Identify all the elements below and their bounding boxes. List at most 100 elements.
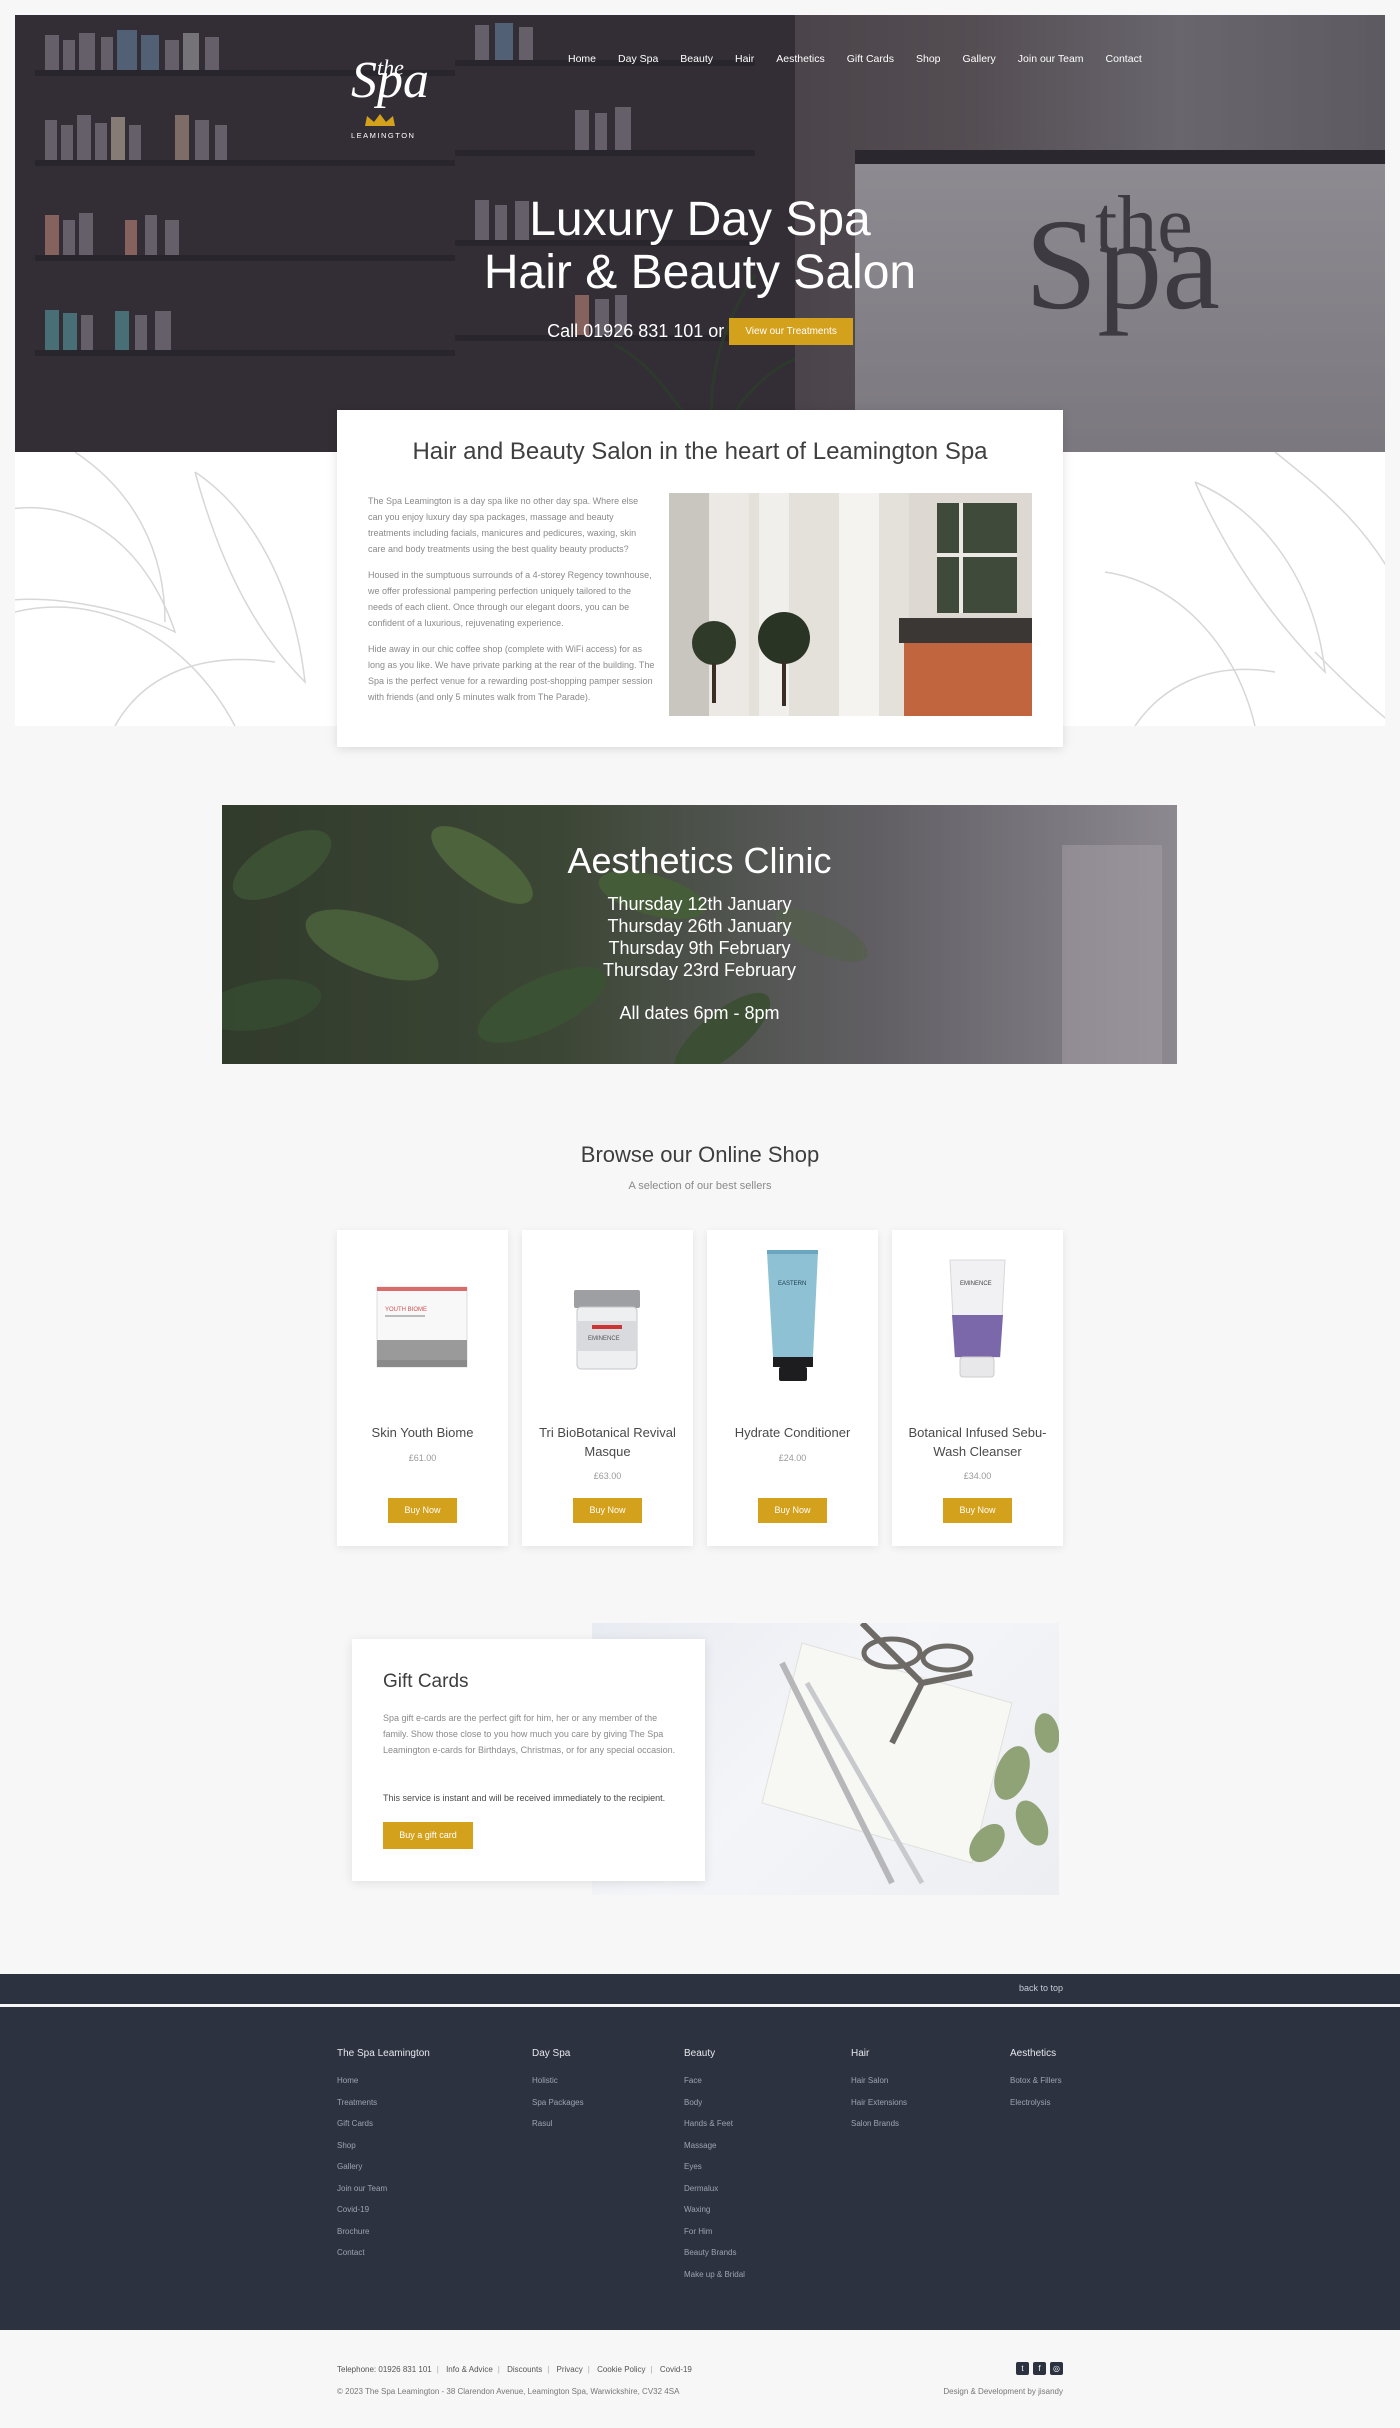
design-credit[interactable]: Design & Development by jisandy: [943, 2387, 1063, 2396]
nav-shop[interactable]: Shop: [916, 53, 941, 65]
footer-link[interactable]: Body: [684, 2092, 745, 2114]
footer-covid-link[interactable]: Covid-19: [660, 2365, 692, 2374]
nav-join-our-team[interactable]: Join our Team: [1018, 53, 1084, 65]
separator: |: [497, 2365, 500, 2374]
footer-info-advice-link[interactable]: Info & Advice: [446, 2365, 493, 2374]
view-treatments-button[interactable]: View our Treatments: [729, 318, 853, 345]
footer-link[interactable]: Massage: [684, 2135, 745, 2157]
facebook-icon[interactable]: f: [1033, 2362, 1046, 2375]
product-card[interactable]: EMINENCE Tri BioBotanical Revival Masque…: [522, 1230, 693, 1546]
gift-card-panel: Gift Cards Spa gift e-cards are the perf…: [352, 1639, 705, 1881]
buy-now-button[interactable]: Buy Now: [573, 1498, 642, 1523]
product-card[interactable]: YOUTH BIOME Skin Youth Biome £61.00 Buy …: [337, 1230, 508, 1546]
footer-column-title: Aesthetics: [1010, 2048, 1057, 2059]
footer-link[interactable]: Hair Salon: [851, 2070, 907, 2092]
logo-town: LEAMINGTON: [351, 131, 416, 140]
hero-title-line2: Hair & Beauty Salon: [483, 246, 917, 299]
footer-link[interactable]: Gift Cards: [337, 2113, 430, 2135]
footer-column-beauty: Beauty Face Body Hands & Feet Massage Ey…: [684, 2048, 745, 2285]
footer-link[interactable]: Face: [684, 2070, 745, 2092]
hero-cta: Call 01926 831 101 or View our Treatment…: [15, 318, 1385, 345]
product-name[interactable]: Skin Youth Biome: [347, 1423, 498, 1442]
aesthetics-date-2: Thursday 26th January: [607, 916, 792, 936]
footer-link[interactable]: Beauty Brands: [684, 2242, 745, 2264]
nav-gift-cards[interactable]: Gift Cards: [847, 53, 894, 65]
nav-home[interactable]: Home: [568, 53, 596, 65]
footer-column-spa: The Spa Leamington Home Treatments Gift …: [337, 2048, 430, 2264]
footer-column-hair: Hair Hair Salon Hair Extensions Salon Br…: [851, 2048, 907, 2135]
footer-link[interactable]: Dermalux: [684, 2178, 745, 2200]
nav-day-spa[interactable]: Day Spa: [618, 53, 658, 65]
buy-now-button[interactable]: Buy Now: [758, 1498, 827, 1523]
footer-link[interactable]: Botox & Fillers: [1010, 2070, 1062, 2092]
footer-discounts-link[interactable]: Discounts: [507, 2365, 542, 2374]
footer-link[interactable]: Hands & Feet: [684, 2113, 745, 2135]
footer-column-title: Hair: [851, 2048, 870, 2059]
shop-subtitle: A selection of our best sellers: [628, 1180, 772, 1192]
footer-link[interactable]: Waxing: [684, 2199, 745, 2221]
product-name[interactable]: Botanical Infused Sebu-Wash Cleanser: [902, 1423, 1053, 1461]
footer-link[interactable]: Shop: [337, 2135, 430, 2157]
footer-link[interactable]: Covid-19: [337, 2199, 430, 2221]
nav-beauty[interactable]: Beauty: [680, 53, 713, 65]
footer-link[interactable]: Make up & Bridal: [684, 2264, 745, 2286]
nav-gallery[interactable]: Gallery: [963, 53, 996, 65]
product-card[interactable]: EMINENCE Botanical Infused Sebu-Wash Cle…: [892, 1230, 1063, 1546]
product-price: £34.00: [963, 1471, 992, 1481]
hero-title-line1: Luxury Day Spa: [529, 193, 871, 246]
site-logo[interactable]: the Spa LEAMINGTON: [351, 55, 429, 145]
product-image-hydrate-conditioner: EASTERN: [767, 1250, 818, 1381]
footer-column-title: Beauty: [684, 2048, 716, 2059]
nav-contact[interactable]: Contact: [1106, 53, 1142, 65]
product-label-eminence: EMINENCE: [588, 1336, 620, 1342]
back-to-top-bar: back to top: [0, 1974, 1400, 2004]
footer-link[interactable]: Rasul: [532, 2113, 584, 2135]
footer-column-title: The Spa Leamington: [337, 2048, 430, 2059]
footer-link[interactable]: Home: [337, 2070, 430, 2092]
product-card[interactable]: EASTERN Hydrate Conditioner £24.00 Buy N…: [707, 1230, 878, 1546]
intro-card: Hair and Beauty Salon in the heart of Le…: [337, 410, 1063, 747]
hero-title: Luxury Day Spa Hair & Beauty Salon: [15, 193, 1385, 299]
footer-link[interactable]: Gallery: [337, 2156, 430, 2178]
footer-cookie-policy-link[interactable]: Cookie Policy: [597, 2365, 645, 2374]
intro-paragraph-2: Housed in the sumptuous surrounds of a 4…: [368, 570, 652, 628]
footer-link[interactable]: Salon Brands: [851, 2113, 907, 2135]
footer-privacy-link[interactable]: Privacy: [557, 2365, 583, 2374]
footer-link[interactable]: Spa Packages: [532, 2092, 584, 2114]
hero-banner: the Spa the Spa LEAMINGTON Home Day Spa …: [15, 15, 1385, 452]
gift-card-note: This service is instant and will be rece…: [383, 1793, 666, 1803]
nav-aesthetics[interactable]: Aesthetics: [776, 53, 824, 65]
instagram-icon[interactable]: ◎: [1050, 2362, 1063, 2375]
product-label-eminence: EMINENCE: [960, 1281, 992, 1287]
nav-hair[interactable]: Hair: [735, 53, 754, 65]
footer-link[interactable]: Brochure: [337, 2221, 430, 2243]
buy-now-button[interactable]: Buy Now: [943, 1498, 1012, 1523]
product-image-revival-masque: EMINENCE: [574, 1290, 640, 1370]
twitter-icon[interactable]: t: [1016, 2362, 1029, 2375]
footer-link[interactable]: Treatments: [337, 2092, 430, 2114]
footer-link[interactable]: Contact: [337, 2242, 430, 2264]
footer-link[interactable]: Holistic: [532, 2070, 584, 2092]
separator: |: [547, 2365, 550, 2374]
footer-link[interactable]: For Him: [684, 2221, 745, 2243]
footer-telephone[interactable]: Telephone: 01926 831 101: [337, 2365, 432, 2374]
footer-link[interactable]: Eyes: [684, 2156, 745, 2178]
buy-gift-card-button[interactable]: Buy a gift card: [383, 1822, 473, 1849]
footer-link[interactable]: Hair Extensions: [851, 2092, 907, 2114]
product-name[interactable]: Hydrate Conditioner: [717, 1423, 868, 1442]
footer-column-title: Day Spa: [532, 2048, 571, 2059]
footer-link[interactable]: Electrolysis: [1010, 2092, 1062, 2114]
product-name[interactable]: Tri BioBotanical Revival Masque: [532, 1423, 683, 1461]
buy-now-button[interactable]: Buy Now: [388, 1498, 457, 1523]
intro-paragraph-3: Hide away in our chic coffee shop (compl…: [368, 644, 655, 702]
townhouse-photo: [669, 493, 1032, 716]
back-to-top-link[interactable]: back to top: [1019, 1983, 1063, 1993]
footer-link[interactable]: Join our Team: [337, 2178, 430, 2200]
footer-column-aesthetics: Aesthetics Botox & Fillers Electrolysis: [1010, 2048, 1062, 2113]
aesthetics-title: Aesthetics Clinic: [567, 840, 832, 881]
aesthetics-date-1: Thursday 12th January: [607, 894, 792, 914]
footer-column-day-spa: Day Spa Holistic Spa Packages Rasul: [532, 2048, 584, 2135]
aesthetics-dates: Thursday 12th January Thursday 26th Janu…: [222, 893, 1177, 981]
site-footer: The Spa Leamington Home Treatments Gift …: [0, 2007, 1400, 2330]
product-price: £63.00: [593, 1471, 622, 1481]
